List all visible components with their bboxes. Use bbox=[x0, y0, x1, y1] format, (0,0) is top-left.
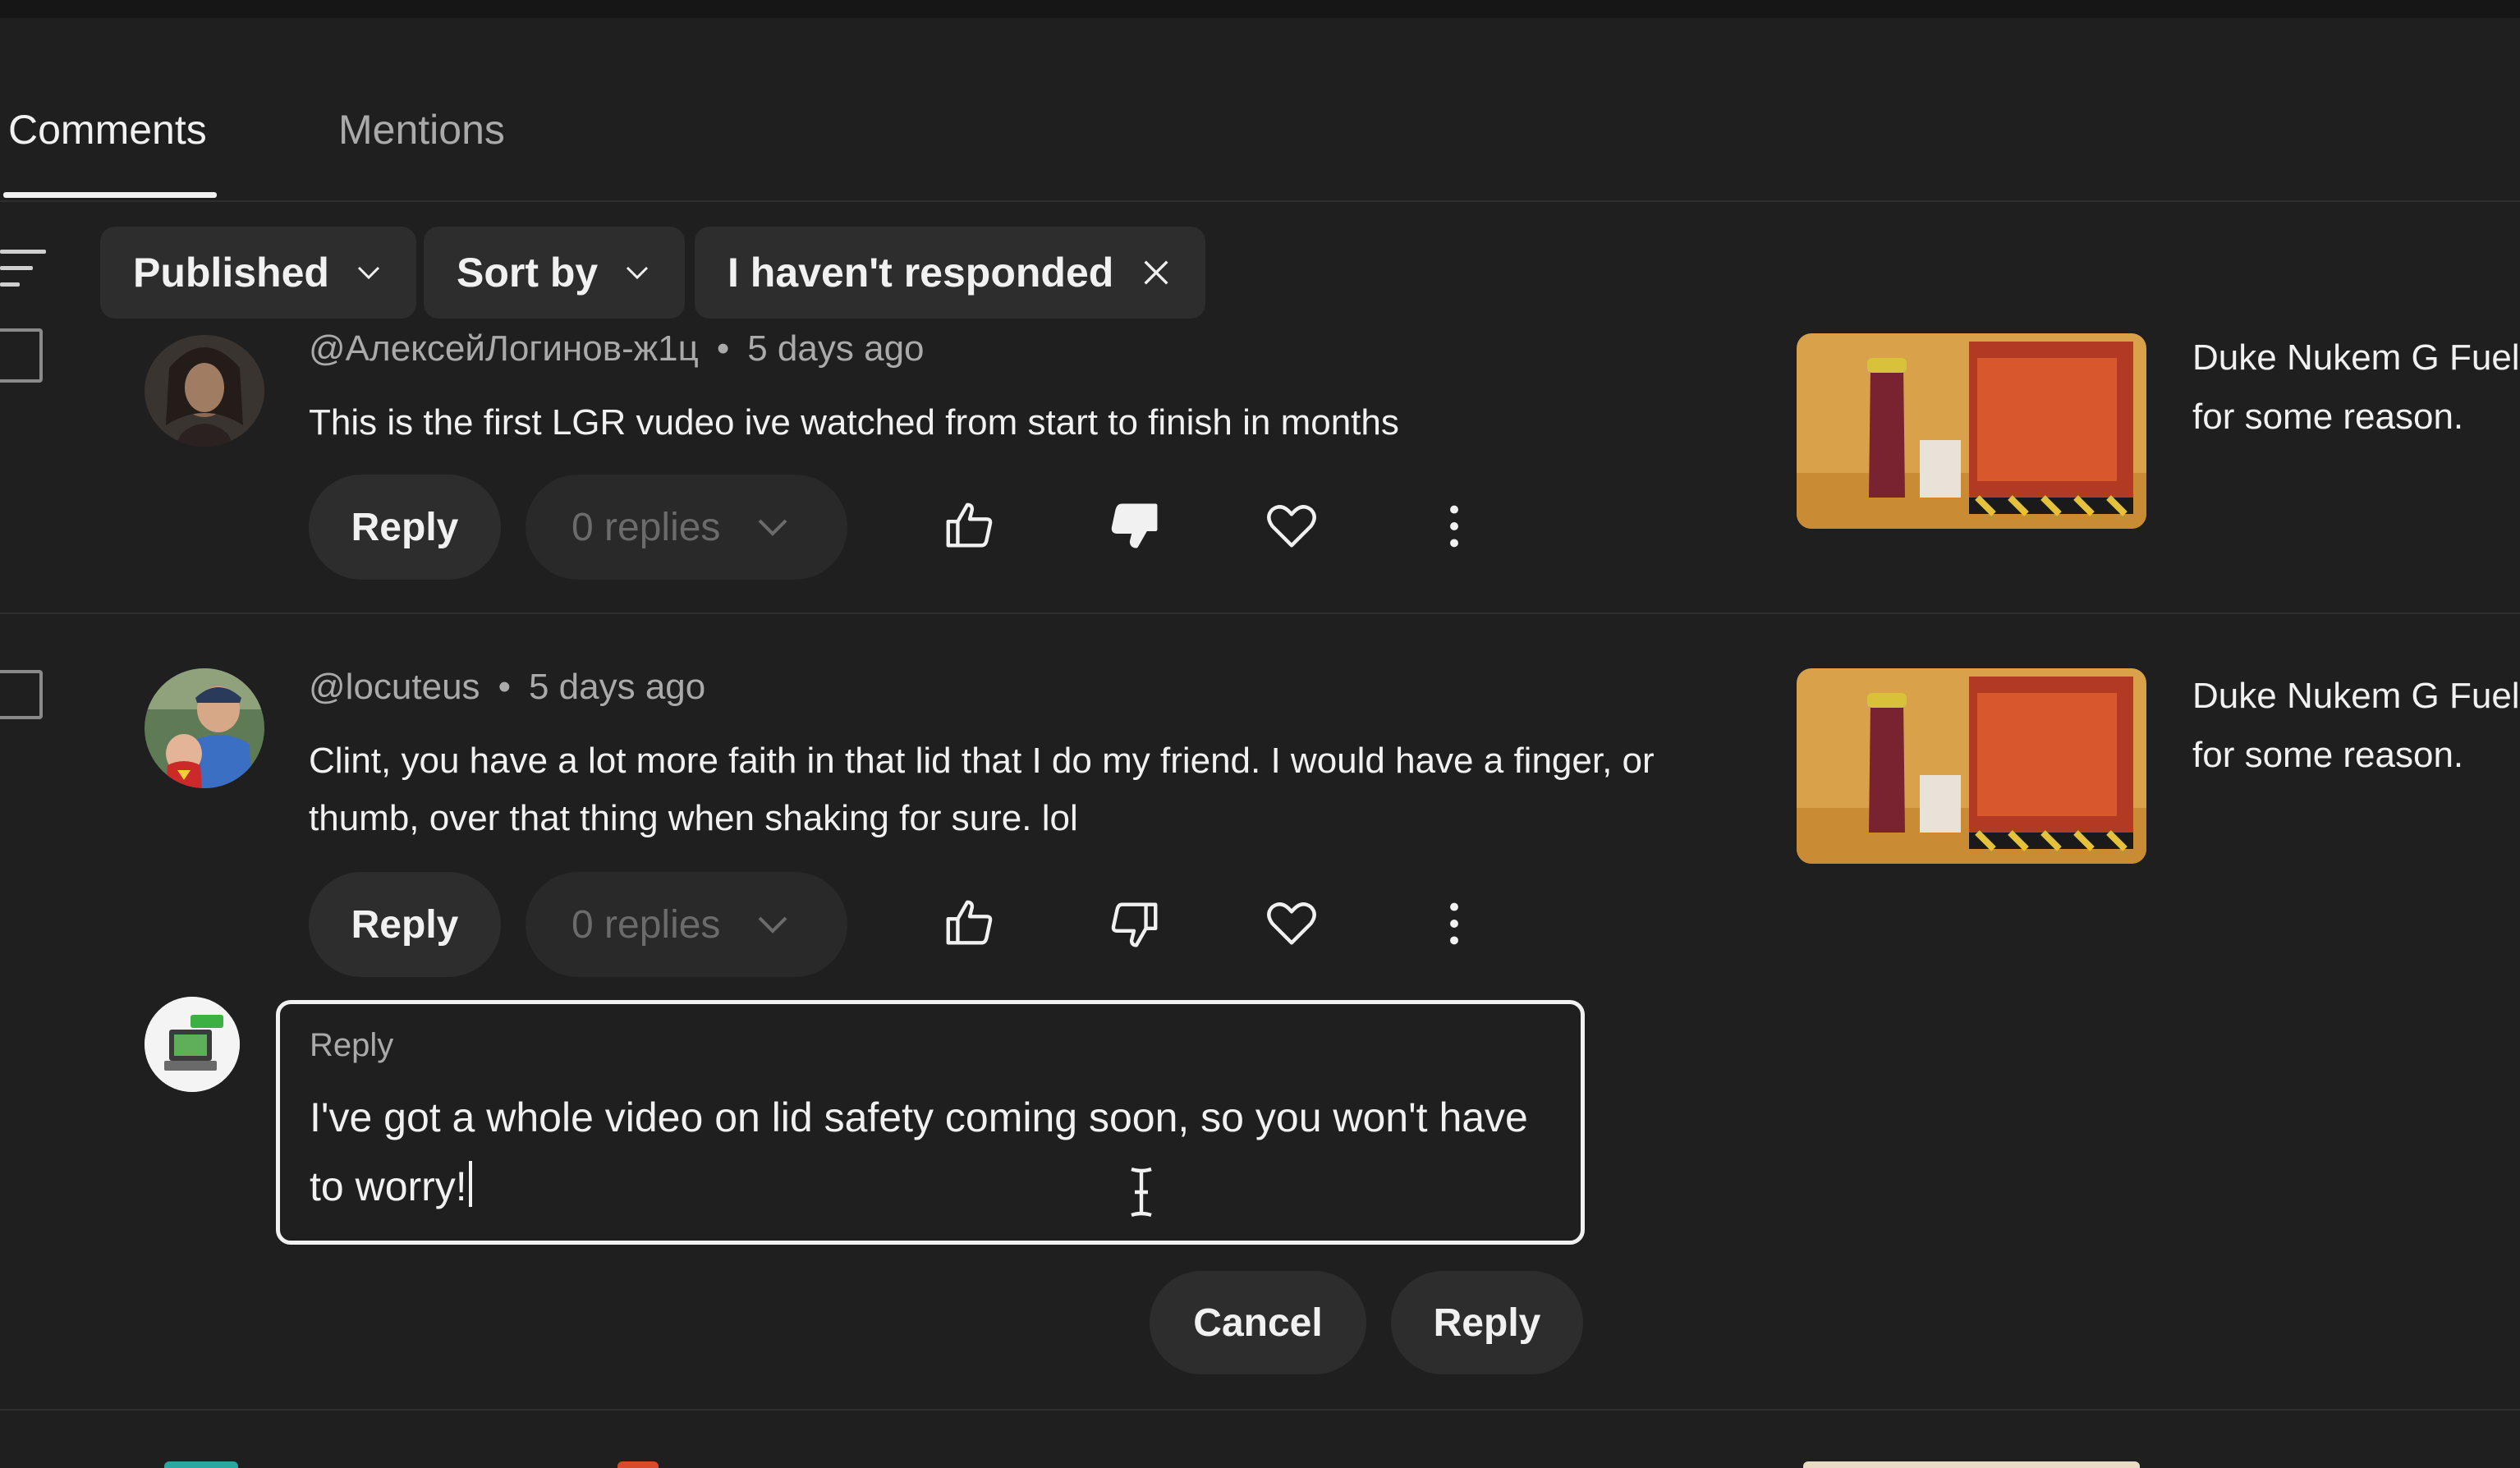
replies-count: 0 replies bbox=[571, 902, 721, 947]
replies-count: 0 replies bbox=[571, 505, 721, 549]
published-chip-label: Published bbox=[133, 250, 329, 296]
tab-mentions[interactable]: Mentions bbox=[338, 105, 505, 154]
comment-text: This is the first LGR vudeo ive watched … bbox=[309, 402, 1399, 443]
thumbs-down-icon[interactable] bbox=[1105, 496, 1163, 553]
chevron-down-icon bbox=[357, 266, 379, 280]
comments-page: Comments Mentions Published Sort by I ha… bbox=[0, 0, 2520, 1468]
reply-input-value[interactable]: I've got a whole video on lid safety com… bbox=[310, 1083, 1541, 1221]
top-bar bbox=[0, 0, 2520, 18]
reply-text: I've got a whole video on lid safety com… bbox=[310, 1094, 1528, 1209]
chevron-down-icon bbox=[759, 916, 787, 934]
comment-text: Clint, you have a lot more faith in that… bbox=[309, 741, 1655, 838]
published-filter-chip[interactable]: Published bbox=[100, 227, 416, 319]
comment-author[interactable]: @locuteus bbox=[309, 667, 480, 707]
video-title-line: Duke Nukem G Fuel bbox=[2192, 676, 2520, 716]
not-responded-chip[interactable]: I haven't responded bbox=[695, 227, 1206, 319]
cancel-button[interactable]: Cancel bbox=[1150, 1271, 1366, 1374]
meta-separator: • bbox=[498, 667, 511, 707]
sort-by-chip[interactable]: Sort by bbox=[424, 227, 686, 319]
replies-dropdown[interactable]: 0 replies bbox=[526, 475, 847, 580]
active-tab-indicator bbox=[3, 192, 217, 198]
text-cursor-icon bbox=[1131, 1167, 1152, 1218]
comment-time[interactable]: 5 days ago bbox=[747, 328, 924, 369]
comment-divider bbox=[0, 1409, 2520, 1411]
tab-comments[interactable]: Comments bbox=[8, 105, 207, 154]
reply-button[interactable]: Reply bbox=[309, 475, 501, 580]
comment-author[interactable]: @АлексейЛогинов-ж1ц bbox=[309, 328, 699, 369]
comment-meta: @АлексейЛогинов-ж1ц • 5 days ago bbox=[309, 328, 925, 369]
thumbs-up-icon[interactable] bbox=[941, 498, 998, 555]
avatar bbox=[145, 335, 264, 447]
tabs-divider bbox=[0, 200, 2520, 202]
sort-by-chip-label: Sort by bbox=[457, 250, 599, 296]
comment-select-checkbox[interactable] bbox=[0, 670, 43, 719]
video-title-line: Duke Nukem G Fuel bbox=[2192, 337, 2520, 378]
comment-divider bbox=[0, 612, 2520, 614]
more-vert-icon[interactable] bbox=[1425, 895, 1483, 952]
reply-input[interactable]: Reply I've got a whole video on lid safe… bbox=[276, 1000, 1585, 1245]
next-avatar-peek bbox=[164, 1461, 238, 1468]
video-thumbnail[interactable] bbox=[1797, 333, 2146, 529]
heart-icon[interactable] bbox=[1263, 498, 1320, 555]
next-avatar-peek bbox=[617, 1461, 659, 1468]
video-title-line: for some reason. bbox=[2192, 735, 2464, 775]
chevron-down-icon bbox=[759, 519, 787, 536]
heart-icon[interactable] bbox=[1263, 895, 1320, 952]
comment-select-checkbox[interactable] bbox=[0, 328, 43, 383]
meta-separator: • bbox=[716, 328, 730, 369]
close-icon[interactable] bbox=[1140, 256, 1173, 289]
next-thumbnail-peek bbox=[1803, 1461, 2140, 1468]
comment-meta: @locuteus • 5 days ago bbox=[309, 667, 705, 708]
video-thumbnail[interactable] bbox=[1797, 668, 2146, 864]
replies-dropdown[interactable]: 0 replies bbox=[526, 872, 847, 977]
reply-input-label: Reply bbox=[310, 1027, 394, 1063]
video-title[interactable]: Duke Nukem G Fuel for some reason. bbox=[2192, 667, 2520, 785]
thumbs-down-icon[interactable] bbox=[1105, 895, 1163, 952]
video-title-line: for some reason. bbox=[2192, 397, 2464, 437]
thumbs-up-icon[interactable] bbox=[941, 895, 998, 952]
chevron-down-icon bbox=[627, 266, 649, 280]
submit-reply-button[interactable]: Reply bbox=[1391, 1271, 1583, 1374]
filter-icon[interactable] bbox=[0, 246, 46, 292]
avatar bbox=[145, 668, 264, 788]
text-caret bbox=[468, 1161, 472, 1207]
video-title[interactable]: Duke Nukem G Fuel for some reason. bbox=[2192, 328, 2520, 447]
avatar bbox=[145, 997, 240, 1092]
more-vert-icon[interactable] bbox=[1425, 498, 1483, 555]
comment-time[interactable]: 5 days ago bbox=[529, 667, 705, 707]
reply-button[interactable]: Reply bbox=[309, 872, 501, 977]
not-responded-chip-label: I haven't responded bbox=[728, 250, 1114, 296]
